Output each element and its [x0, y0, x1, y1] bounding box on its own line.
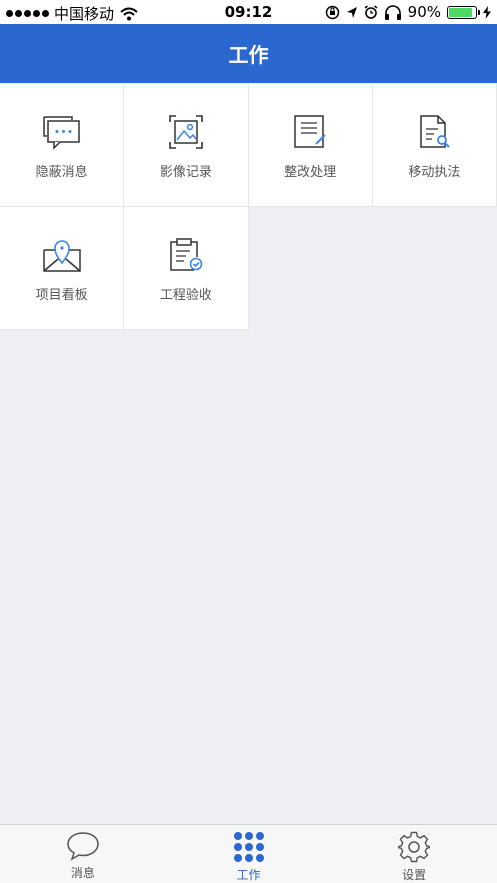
- grid-item-label: 整改处理: [284, 165, 337, 180]
- grid-item-project-board[interactable]: 项目看板: [0, 207, 125, 330]
- headphones-icon: [384, 4, 401, 20]
- edit-document-icon: [290, 112, 330, 152]
- grid-item-hidden-message[interactable]: 隐蔽消息: [0, 84, 125, 207]
- chat-dots-icon: [42, 112, 82, 152]
- tab-work[interactable]: 工作: [166, 825, 332, 883]
- grid-item-label: 项目看板: [35, 288, 88, 303]
- alarm-icon: [364, 5, 378, 19]
- grid-item-label: 工程验收: [159, 288, 212, 303]
- grid-item-project-acceptance[interactable]: 工程验收: [124, 207, 249, 330]
- grid-item-rectification[interactable]: 整改处理: [248, 84, 373, 207]
- grid-item-image-record[interactable]: 影像记录: [124, 84, 249, 207]
- grid-item-label: 隐蔽消息: [35, 165, 88, 180]
- charging-bolt-icon: [483, 5, 491, 19]
- tab-label: 设置: [402, 868, 427, 882]
- tab-label: 消息: [70, 866, 95, 880]
- tab-messages[interactable]: 消息: [0, 825, 166, 883]
- clipboard-check-icon: [166, 235, 206, 275]
- orientation-lock-icon: [325, 5, 339, 19]
- tab-settings[interactable]: 设置: [331, 825, 497, 883]
- function-grid: 隐蔽消息 影像记录 整改处理 移动执法 项目看板 工程验收: [0, 84, 497, 330]
- location-arrow-icon: [346, 6, 357, 18]
- map-pin-icon: [42, 235, 82, 275]
- page-title: 工作: [228, 43, 269, 67]
- battery-icon: [447, 5, 480, 19]
- chat-bubble-icon: [67, 832, 99, 861]
- nav-header: 工作: [0, 24, 497, 83]
- grid-item-label: 影像记录: [159, 165, 212, 180]
- bottom-tab-bar: 消息 工作 设置: [0, 824, 497, 883]
- grid-item-label: 移动执法: [408, 165, 461, 180]
- gear-icon: [398, 831, 431, 863]
- status-bar: 中国移动 09:12 90%: [0, 0, 497, 24]
- image-frame-icon: [166, 112, 206, 152]
- tab-label: 工作: [236, 868, 261, 882]
- document-search-icon: [414, 112, 454, 152]
- battery-percent: 90%: [407, 3, 441, 21]
- grid-item-mobile-enforcement[interactable]: 移动执法: [372, 84, 497, 207]
- grid-dots-icon: [233, 832, 264, 862]
